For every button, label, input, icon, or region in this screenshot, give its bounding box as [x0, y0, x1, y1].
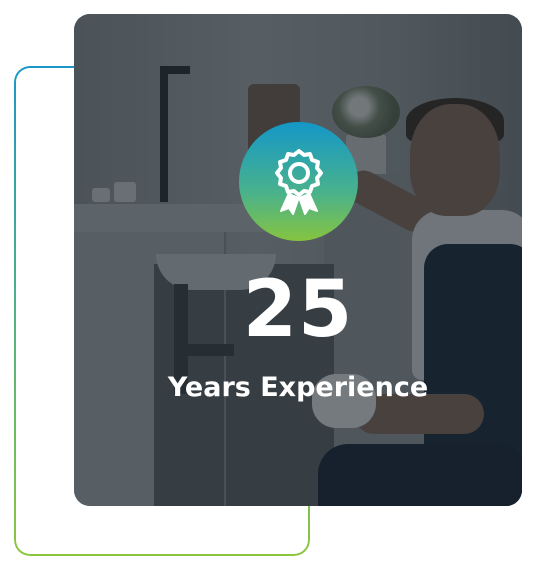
years-experience-label: Years Experience	[167, 372, 429, 403]
award-ribbon-icon	[269, 147, 329, 217]
dark-overlay	[74, 14, 522, 506]
years-number: 25	[242, 265, 354, 355]
award-badge	[239, 122, 358, 241]
experience-card: 25 Years Experience	[74, 14, 522, 506]
